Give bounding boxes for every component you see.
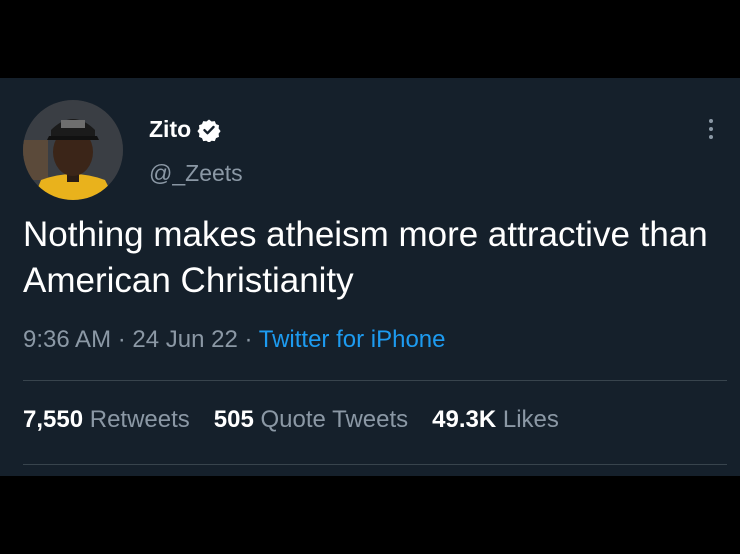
divider [23, 380, 727, 381]
tweet-stats: 7,550 Retweets 505 Quote Tweets 49.3K Li… [23, 406, 559, 434]
tweet-source[interactable]: Twitter for iPhone [259, 326, 446, 353]
divider [23, 464, 727, 465]
tweet-time[interactable]: 9:36 AM [23, 326, 111, 353]
avatar-image [23, 100, 123, 200]
tweet-meta: 9:36 AM · 24 Jun 22 · Twitter for iPhone [23, 326, 445, 354]
quote-tweets-label: Quote Tweets [260, 406, 409, 433]
meta-separator: · [117, 326, 126, 353]
author-name-row: Zito [149, 116, 221, 143]
retweets-count: 7,550 [23, 406, 84, 433]
display-name[interactable]: Zito [149, 116, 191, 143]
likes-label: Likes [502, 406, 559, 433]
likes-stat[interactable]: 49.3K Likes [432, 406, 559, 434]
tweet-text: Nothing makes atheism more attractive th… [23, 215, 708, 300]
avatar[interactable] [23, 100, 123, 200]
meta-separator: · [244, 326, 253, 353]
author-handle[interactable]: @_Zeets [149, 160, 243, 187]
verified-badge-icon [197, 119, 221, 142]
retweets-stat[interactable]: 7,550 Retweets [23, 406, 190, 434]
quote-tweets-count: 505 [213, 406, 254, 433]
likes-count: 49.3K [432, 406, 497, 433]
tweet-card: Zito @_Zeets Nothing makes atheism more … [0, 78, 740, 476]
tweet-date[interactable]: 24 Jun 22 [132, 326, 237, 353]
quote-tweets-stat[interactable]: 505 Quote Tweets [214, 406, 408, 434]
more-options-icon[interactable] [700, 116, 722, 146]
retweets-label: Retweets [89, 406, 190, 433]
